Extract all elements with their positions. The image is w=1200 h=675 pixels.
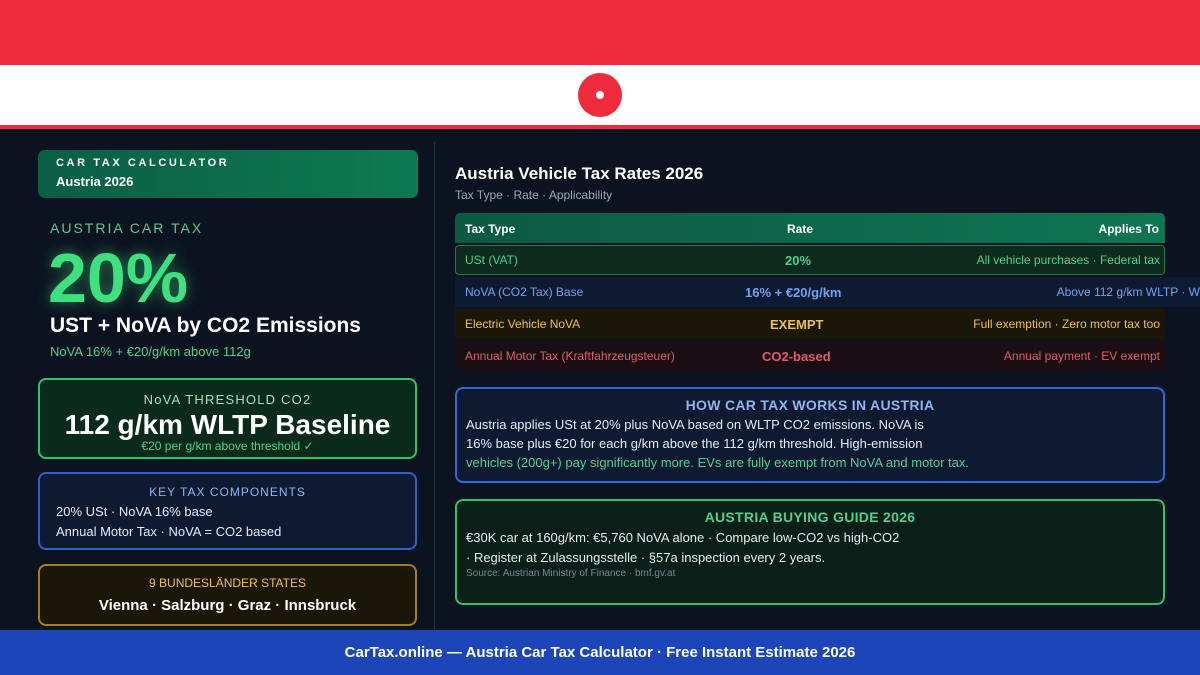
header-applies-to: Applies To [1098,222,1159,236]
table-row: Electric Vehicle NoVA EXEMPT Full exempt… [455,309,1200,339]
guide-source: Source: Austrian Ministry of Finance · b… [466,568,676,579]
threshold-note: €20 per g/km above threshold ✓ [141,439,314,453]
hero-subline: NoVA 16% + €20/g/km above 112g [50,344,251,359]
how-it-works-card: HOW CAR TAX WORKS IN AUSTRIA Austria app… [455,387,1165,483]
row-tax-type: USt (VAT) [465,253,518,267]
threshold-value: 112 g/km WLTP Baseline [64,409,391,440]
how-line: vehicles (200g+) pay significantly more.… [466,455,970,470]
brand-box: CAR TAX CALCULATOR Austria 2026 [38,150,418,198]
flag-red-band-top [0,0,1200,65]
emblem-dot [596,91,604,99]
how-title: HOW CAR TAX WORKS IN AUSTRIA [685,397,935,413]
guide-line: · Register at Zulassungsstelle · §57a in… [466,550,826,565]
hero-rate: 20% [48,239,189,317]
states-title: 9 BUNDESLÄNDER STATES [149,576,306,590]
states-list: Vienna · Salzburg · Graz · Innsbruck [98,597,357,614]
guide-line: €30K car at 160g/km: €5,760 NoVA alone ·… [466,530,900,545]
guide-title: AUSTRIA BUYING GUIDE 2026 [704,509,916,525]
table-row: NoVA (CO2 Tax) Base 16% + €20/g/km Above… [455,277,1200,307]
row-tax-type: NoVA (CO2 Tax) Base [465,285,584,299]
table-row: Annual Motor Tax (Kraftfahrzeugsteuer) C… [455,341,1200,371]
footer-bar: CarTax.online — Austria Car Tax Calculat… [0,630,1200,675]
row-applies: Above 112 g/km WLTP · W [1056,285,1200,299]
row-rate: 20% [785,253,812,268]
red-circle-dot-icon [578,73,622,117]
brand-title: CAR TAX CALCULATOR [56,157,230,169]
row-applies: Full exemption · Zero motor tax too [973,317,1160,331]
how-line: 16% base plus €20 for each g/km above th… [466,436,923,451]
states-card: 9 BUNDESLÄNDER STATES Vienna · Salzburg … [38,564,417,626]
table-row: USt (VAT) 20% All vehicle purchases · Fe… [455,245,1200,275]
header-rate: Rate [787,222,814,236]
row-tax-type: Annual Motor Tax (Kraftfahrzeugsteuer) [465,349,675,363]
components-line: Annual Motor Tax · NoVA = CO2 based [56,524,282,539]
brand-subtitle: Austria 2026 [56,174,134,189]
footer-text: CarTax.online — Austria Car Tax Calculat… [344,644,856,661]
row-rate: CO2-based [762,349,831,364]
row-applies: Annual payment · EV exempt [1003,349,1160,363]
table-header: Tax Type Rate Applies To [455,213,1165,243]
components-title: KEY TAX COMPONENTS [149,485,306,499]
table-subtitle: Tax Type · Rate · Applicability [455,188,613,202]
hero-kicker: AUSTRIA CAR TAX [50,220,204,236]
hero-headline: UST + NoVA by CO2 Emissions [50,314,361,337]
row-rate: EXEMPT [770,317,824,332]
row-applies: All vehicle purchases · Federal tax [976,253,1160,267]
row-rate: 16% + €20/g/km [745,285,842,300]
threshold-card: NoVA THRESHOLD CO2 112 g/km WLTP Baselin… [38,378,417,459]
threshold-label: NoVA THRESHOLD CO2 [143,392,312,407]
table-title: Austria Vehicle Tax Rates 2026 [455,164,704,183]
row-tax-type: Electric Vehicle NoVA [465,317,581,331]
column-divider [434,142,435,630]
components-line: 20% USt · NoVA 16% base [56,504,213,519]
header-tax-type: Tax Type [465,222,516,236]
how-line: Austria applies USt at 20% plus NoVA bas… [466,417,924,432]
buying-guide-card: AUSTRIA BUYING GUIDE 2026 €30K car at 16… [455,499,1165,605]
components-card: KEY TAX COMPONENTS 20% USt · NoVA 16% ba… [38,472,417,550]
